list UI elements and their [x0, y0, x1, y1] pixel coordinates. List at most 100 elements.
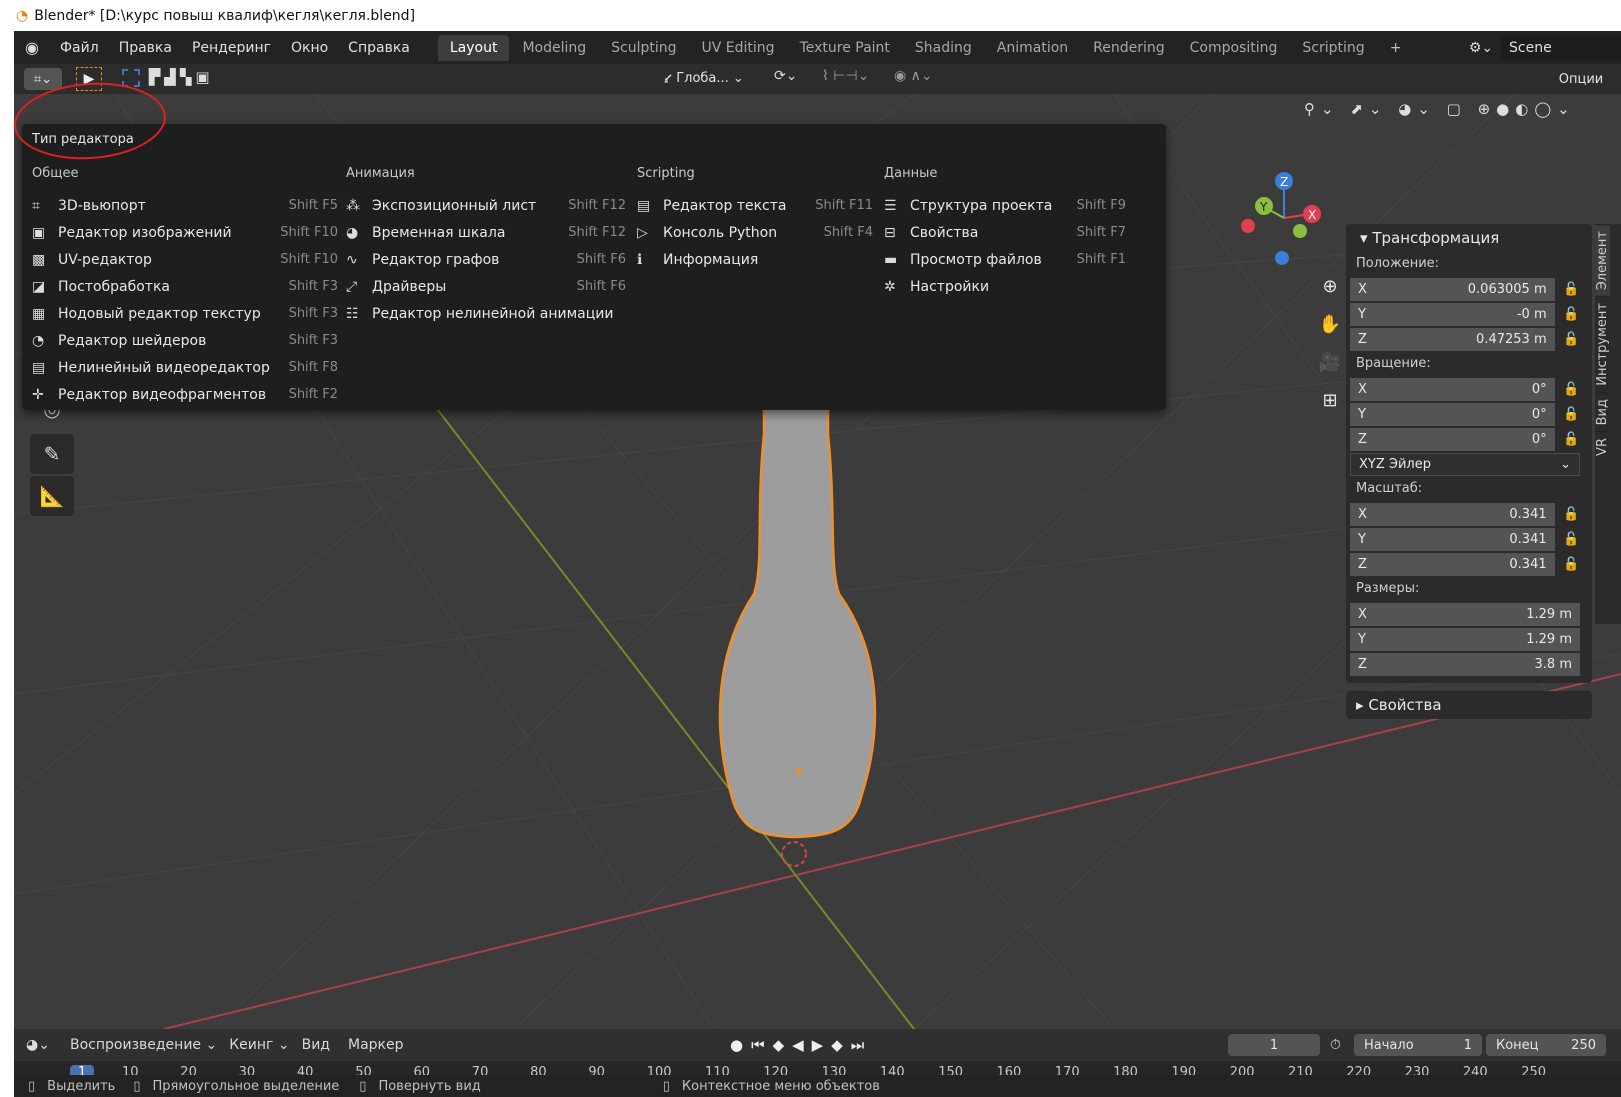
- blender-menu-icon[interactable]: ◉: [14, 38, 50, 57]
- snap-icon[interactable]: ⌇ ⊢⊣⌄: [822, 68, 869, 84]
- tab-uv-editing[interactable]: UV Editing: [690, 35, 787, 61]
- menu-item-python-console[interactable]: ▷ Консоль Python Shift F4: [637, 219, 873, 246]
- lock-icon[interactable]: 🔓: [1555, 507, 1588, 522]
- menu-item-clip-editor[interactable]: ✛ Редактор видеофрагментов Shift F2: [32, 381, 338, 408]
- transform-panel-header[interactable]: ▾ Трансформация: [1350, 224, 1588, 252]
- keying-menu[interactable]: Кеинг ⌄: [229, 1037, 289, 1053]
- menu-item-nla[interactable]: ☷ Редактор нелинейной анимации: [346, 300, 626, 327]
- tab-sculpting[interactable]: Sculpting: [599, 35, 688, 61]
- lock-icon[interactable]: 🔓: [1555, 532, 1588, 547]
- pan-hand-icon[interactable]: ✋: [1314, 308, 1346, 340]
- dimensions-y-field[interactable]: Y 1.29 m: [1350, 627, 1580, 651]
- rotation-y-field[interactable]: Y 0°: [1350, 402, 1555, 426]
- scale-y-field[interactable]: Y 0.341: [1350, 527, 1555, 551]
- transform-orientation-dropdown[interactable]: ⭹ Глоба... ⌄: [664, 68, 762, 90]
- lock-icon[interactable]: 🔓: [1555, 407, 1588, 422]
- menu-item-properties[interactable]: ⊟ Свойства Shift F7: [884, 219, 1126, 246]
- timeline-icon: ◕: [346, 224, 359, 241]
- frame-start-field[interactable]: Начало 1: [1354, 1034, 1482, 1056]
- pivot-icon[interactable]: ⟳⌄: [774, 68, 797, 84]
- tab-scripting[interactable]: Scripting: [1290, 35, 1376, 61]
- menu-item-drivers[interactable]: ⤢ Драйверы Shift F6: [346, 273, 626, 300]
- menu-item-3d-viewport[interactable]: ⌗ 3D-вьюпорт Shift F5: [32, 192, 338, 219]
- menu-item-texture-node[interactable]: ▦ Нодовый редактор текстур Shift F3: [32, 300, 338, 327]
- tab-shading[interactable]: Shading: [903, 35, 984, 61]
- ortho-grid-icon[interactable]: ⊞: [1314, 384, 1346, 416]
- menu-item-file-browser[interactable]: ▬ Просмотр файлов Shift F1: [884, 246, 1126, 273]
- dopesheet-icon: ⁂: [346, 197, 360, 214]
- current-frame-field[interactable]: 1: [1228, 1034, 1320, 1056]
- tab-texture-paint[interactable]: Texture Paint: [788, 35, 902, 61]
- menu-file[interactable]: Файл: [50, 40, 109, 56]
- tab-rendering[interactable]: Rendering: [1081, 35, 1177, 61]
- menu-item-timeline[interactable]: ◕ Временная шкала Shift F12: [346, 219, 626, 246]
- marker-menu[interactable]: Маркер: [348, 1037, 404, 1053]
- tab-vr[interactable]: VR: [1595, 431, 1610, 463]
- tab-modeling[interactable]: Modeling: [510, 35, 598, 61]
- menu-item-graph-editor[interactable]: ∿ Редактор графов Shift F6: [346, 246, 626, 273]
- menu-item-shader-editor[interactable]: ◔ Редактор шейдеров Shift F3: [32, 327, 338, 354]
- menu-item-compositor[interactable]: ◪ Постобработка Shift F3: [32, 273, 338, 300]
- menu-item-sequencer[interactable]: ▤ Нелинейный видеоредактор Shift F8: [32, 354, 338, 381]
- camera-icon[interactable]: 🎥: [1314, 346, 1346, 378]
- lock-icon[interactable]: 🔓: [1555, 432, 1588, 447]
- viewport-overlay-icons[interactable]: ⚲⌄ ⬈⌄ ◕⌄ ▢ ⊕●◐◯⌄: [1304, 100, 1604, 124]
- menu-edit[interactable]: Правка: [109, 40, 182, 56]
- tab-item[interactable]: Элемент: [1595, 224, 1610, 297]
- frame-end-field[interactable]: Конец 250: [1486, 1034, 1606, 1056]
- options-button[interactable]: Опции: [1541, 68, 1621, 90]
- editor-type-button[interactable]: ⌗⌄: [24, 68, 62, 90]
- viewport-3d[interactable]: ✎ 📐 ◎ Z X Y ⊕ ✋ 🎥 ⊞ ⚲⌄ ⬈⌄ ◕⌄ ▢ ⊕●◐◯⌄ Тип…: [14, 94, 1621, 1029]
- timeline-editor-icon[interactable]: ◕⌄: [26, 1037, 60, 1053]
- dimensions-z-field[interactable]: Z 3.8 m: [1350, 652, 1580, 676]
- measure-tool-icon[interactable]: 📐: [30, 476, 74, 516]
- lock-icon[interactable]: 🔓: [1555, 382, 1588, 397]
- location-x-field[interactable]: X 0.063005 m: [1350, 277, 1555, 301]
- scale-z-field[interactable]: Z 0.341: [1350, 552, 1555, 576]
- location-y-field[interactable]: Y -0 m: [1350, 302, 1555, 326]
- scene-name-field[interactable]: Scene: [1501, 35, 1621, 60]
- stopwatch-icon[interactable]: ⏱: [1330, 1037, 1341, 1053]
- tab-animation[interactable]: Animation: [985, 35, 1080, 61]
- svg-text:Z: Z: [1280, 175, 1288, 189]
- tab-compositing[interactable]: Compositing: [1178, 35, 1290, 61]
- menu-help[interactable]: Справка: [338, 40, 420, 56]
- workspace-tabs: Layout Modeling Sculpting UV Editing Tex…: [437, 31, 1415, 64]
- lock-icon[interactable]: 🔓: [1555, 307, 1588, 322]
- navigation-gizmo[interactable]: Z X Y: [1234, 166, 1334, 266]
- view-menu[interactable]: Вид: [302, 1037, 330, 1053]
- rotation-mode-dropdown[interactable]: XYZ Эйлер ⌄: [1350, 452, 1580, 476]
- 3d-cursor-icon[interactable]: [781, 841, 807, 867]
- playback-menu[interactable]: Воспроизведение ⌄: [70, 1037, 217, 1053]
- rotation-z-field[interactable]: Z 0°: [1350, 427, 1555, 451]
- tab-layout[interactable]: Layout: [437, 34, 510, 61]
- tab-tool[interactable]: Инструмент: [1595, 296, 1610, 393]
- annotate-tool-icon[interactable]: ✎: [30, 434, 74, 474]
- playback-controls[interactable]: ●⏮◆◀▶◆⏭: [730, 1036, 872, 1054]
- transform-panel: ▾ Трансформация Положение: X 0.063005 m 🔓 …: [1346, 224, 1592, 683]
- tab-view[interactable]: Вид: [1595, 392, 1610, 432]
- lock-icon[interactable]: 🔓: [1555, 557, 1588, 572]
- menu-item-info[interactable]: ℹ Информация: [637, 246, 873, 273]
- menu-item-uv-editor[interactable]: ▩ UV-редактор Shift F10: [32, 246, 338, 273]
- zoom-icon[interactable]: ⊕: [1314, 270, 1346, 302]
- select-mode-icons[interactable]: ▛▟▚▣: [122, 68, 240, 90]
- rotation-x-field[interactable]: X 0°: [1350, 377, 1555, 401]
- location-z-field[interactable]: Z 0.47253 m: [1350, 327, 1555, 351]
- menu-item-image-editor[interactable]: ▣ Редактор изображений Shift F10: [32, 219, 338, 246]
- lock-icon[interactable]: 🔓: [1555, 282, 1588, 297]
- proportional-edit-icon[interactable]: ◉ ∧⌄: [894, 68, 933, 84]
- scene-icon[interactable]: ⚙⌄: [1461, 40, 1501, 56]
- menu-item-outliner[interactable]: ☰ Структура проекта Shift F9: [884, 192, 1126, 219]
- properties-icon: ⊟: [884, 224, 896, 241]
- menu-window[interactable]: Окно: [281, 40, 338, 56]
- menu-item-dopesheet[interactable]: ⁂ Экспозиционный лист Shift F12: [346, 192, 626, 219]
- dimensions-x-field[interactable]: X 1.29 m: [1350, 602, 1580, 626]
- menu-item-text-editor[interactable]: ▤ Редактор текста Shift F11: [637, 192, 873, 219]
- menu-render[interactable]: Рендеринг: [182, 40, 281, 56]
- menu-item-preferences[interactable]: ✲ Настройки: [884, 273, 1126, 300]
- lock-icon[interactable]: 🔓: [1555, 332, 1588, 347]
- add-workspace-button[interactable]: +: [1378, 35, 1414, 61]
- properties-panel[interactable]: ▸ Свойства: [1346, 691, 1592, 719]
- scale-x-field[interactable]: X 0.341: [1350, 502, 1555, 526]
